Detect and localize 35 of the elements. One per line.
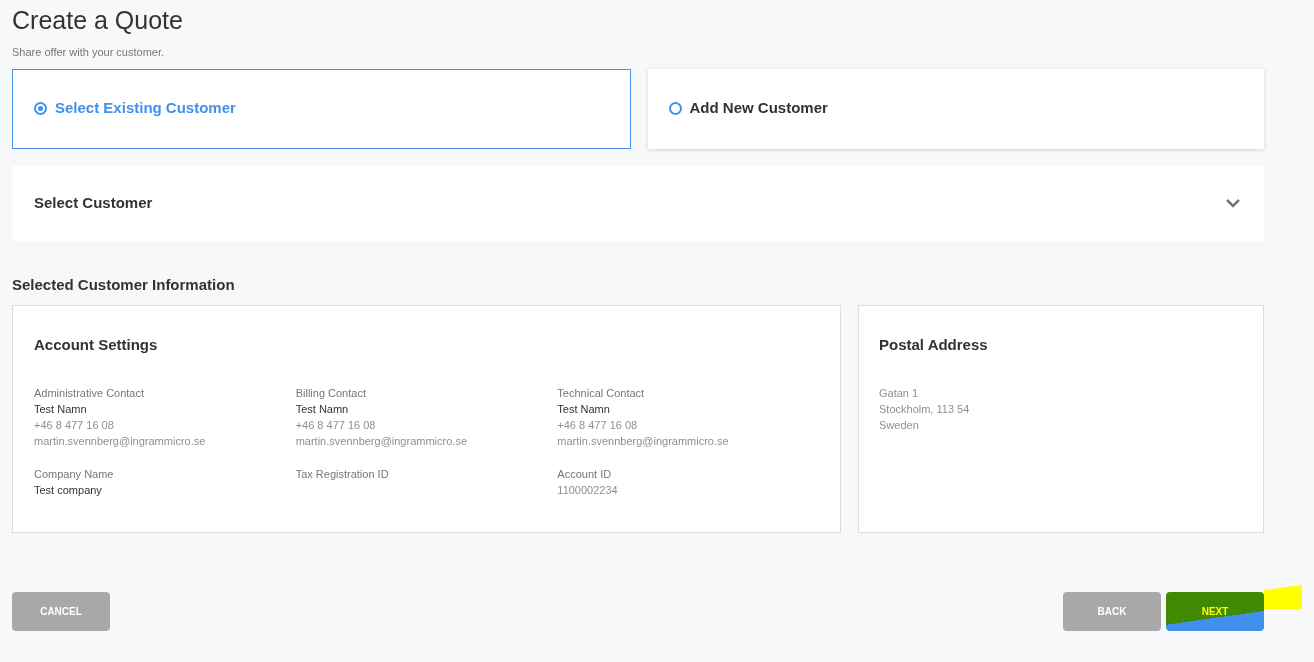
card-title: Account Settings xyxy=(34,335,158,355)
radio-icon xyxy=(668,102,682,115)
customer-option[interactable]: Add New Customer xyxy=(647,68,1264,149)
secondary-button[interactable]: CANCEL xyxy=(12,592,110,631)
highlight-mark xyxy=(1264,585,1302,610)
page-subtitle: Share offer with your customer. xyxy=(12,45,165,60)
info-text: Gatan 1 xyxy=(879,385,920,401)
field-label: Company Name xyxy=(34,466,114,482)
info-text: Sweden xyxy=(879,417,920,433)
info-text: +46 8 477 16 08 xyxy=(34,417,115,433)
secondary-button[interactable]: BACK xyxy=(1063,592,1161,631)
chevron-icon xyxy=(1226,198,1240,208)
next-button[interactable]: NEXT xyxy=(1166,592,1264,631)
info-text: Stockholm, 113 54 xyxy=(879,401,971,417)
select-customer-dropdown[interactable]: Select Customer xyxy=(12,165,1264,241)
radio-icon xyxy=(34,102,47,115)
customer-option[interactable]: Select Existing Customer xyxy=(12,68,631,149)
card-title: Postal Address xyxy=(879,335,988,355)
info-text: martin.svennberg@ingrammicro.se xyxy=(557,433,730,449)
info-text: Test Namn xyxy=(34,401,88,417)
section-title: Selected Customer Information xyxy=(12,274,235,295)
field-label: Account ID xyxy=(557,466,612,482)
info-text: martin.svennberg@ingrammicro.se xyxy=(34,433,207,449)
info-text: Test Namn xyxy=(557,401,611,417)
info-text: +46 8 477 16 08 xyxy=(557,417,639,433)
field-label: Administrative Contact xyxy=(34,385,145,401)
info-text: +46 8 477 16 08 xyxy=(295,417,377,433)
info-text: Test Namn xyxy=(295,401,350,417)
info-text: 1100002234 xyxy=(557,482,619,498)
field-label: Tax Registration ID xyxy=(295,466,389,482)
field-label: Technical Contact xyxy=(557,385,645,401)
info-text: martin.svennberg@ingrammicro.se xyxy=(295,433,468,449)
info-text: Test company xyxy=(34,482,103,498)
field-label: Billing Contact xyxy=(295,385,366,401)
page-title: Create a Quote xyxy=(12,5,183,36)
